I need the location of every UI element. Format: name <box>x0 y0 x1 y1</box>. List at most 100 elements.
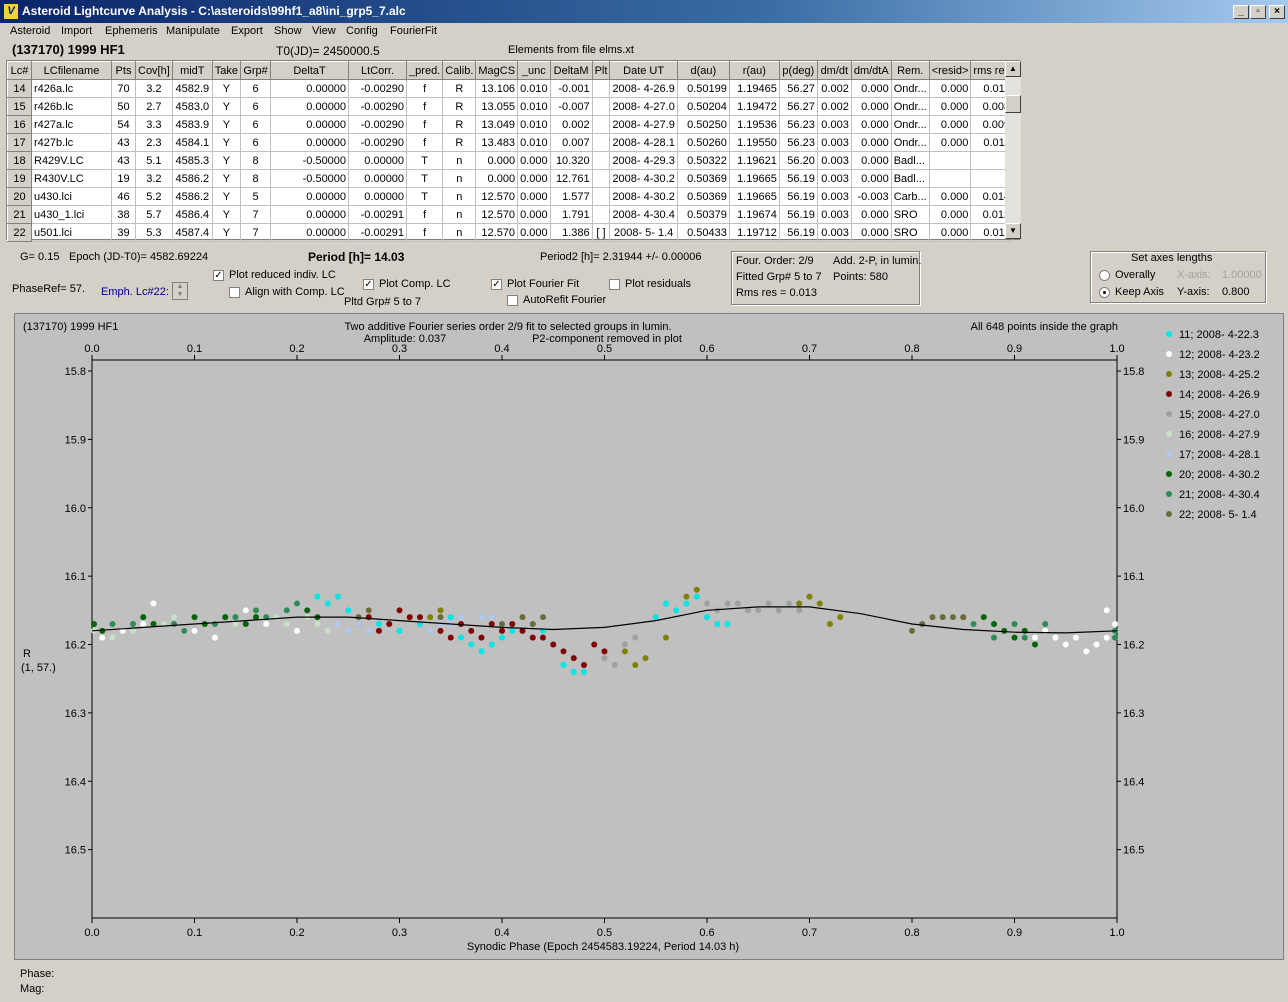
table-cell[interactable]: 5.3 <box>135 223 173 242</box>
table-cell[interactable]: 0.010 <box>517 133 551 152</box>
table-cell[interactable]: 0.002 <box>816 79 852 98</box>
table-cell[interactable]: 4583.9 <box>171 115 213 134</box>
table-cell[interactable]: 0.50322 <box>676 151 730 170</box>
table-cell[interactable]: f <box>406 79 444 98</box>
table-cell[interactable]: 1.19665 <box>728 169 780 188</box>
row-header[interactable]: 20 <box>7 187 32 206</box>
y-axis-input[interactable]: 0.800 <box>1222 286 1250 298</box>
table-cell[interactable]: n <box>442 151 477 170</box>
table-cell[interactable]: 0.000 <box>517 223 551 242</box>
lightcurve-chart-svg[interactable]: (137170) 1999 HF1 Two additive Fourier s… <box>15 314 1283 959</box>
table-cell[interactable]: 2008- 4-27.0 <box>609 97 678 116</box>
table-cell[interactable]: 0.000 <box>850 115 892 134</box>
column-header[interactable]: DeltaT <box>270 61 350 80</box>
table-cell[interactable]: 0.000 <box>850 97 892 116</box>
table-cell[interactable]: 13.049 <box>475 115 519 134</box>
table-cell[interactable]: 2.7 <box>135 97 173 116</box>
table-cell[interactable]: 2008- 4-28.1 <box>609 133 678 152</box>
table-cell[interactable]: 0.50260 <box>676 133 730 152</box>
table-row[interactable]: 16 r427a.lc 54 3.3 4583.9 Y 6 0.00000 -0.00290 f R… <box>7 115 1014 134</box>
table-cell[interactable]: 4583.0 <box>171 97 213 116</box>
legend-item[interactable]: 15; 2008- 4-27.0 <box>1179 409 1260 421</box>
table-cell[interactable]: R429V.LC <box>31 151 112 170</box>
table-cell[interactable]: 6 <box>240 79 272 98</box>
table-cell[interactable]: 0.000 <box>850 133 892 152</box>
legend-item[interactable]: 14; 2008- 4-26.9 <box>1179 389 1260 401</box>
table-cell[interactable]: 0.000 <box>928 133 972 152</box>
table-cell[interactable]: 4584.1 <box>171 133 213 152</box>
menu-fourierfit[interactable]: FourierFit <box>390 25 437 37</box>
column-header[interactable]: _pred. <box>406 61 444 80</box>
scroll-up-button[interactable]: ▲ <box>1005 61 1021 77</box>
table-cell[interactable]: 0.50369 <box>676 187 730 206</box>
table-cell[interactable]: 2008- 4-29.3 <box>609 151 678 170</box>
table-cell[interactable]: 46 <box>111 187 136 206</box>
table-cell[interactable]: 1.19621 <box>728 151 780 170</box>
scroll-thumb[interactable] <box>1005 95 1021 113</box>
table-cell[interactable]: 43 <box>111 151 136 170</box>
close-button[interactable]: × <box>1269 5 1285 19</box>
table-cell[interactable]: Y <box>211 223 242 242</box>
table-cell[interactable]: -0.50000 <box>270 151 350 170</box>
plot-area[interactable] <box>91 359 1118 919</box>
legend-item[interactable]: 13; 2008- 4-25.2 <box>1179 369 1260 381</box>
table-cell[interactable]: -0.00291 <box>348 223 408 242</box>
table-cell[interactable]: 38 <box>111 205 136 224</box>
table-cell[interactable]: T <box>406 187 444 206</box>
lightcurve-table[interactable]: Lc# LCfilename Pts Cov[h] midT Take Grp# DeltaT… <box>6 60 1021 242</box>
legend-item[interactable]: 17; 2008- 4-28.1 <box>1179 449 1260 461</box>
table-cell[interactable]: 1.386 <box>549 223 593 242</box>
legend-item[interactable]: 21; 2008- 4-30.4 <box>1179 489 1260 501</box>
legend-item[interactable]: 11; 2008- 4-22.3 <box>1179 329 1259 341</box>
table-cell[interactable]: 0.50433 <box>676 223 730 242</box>
table-cell[interactable]: 0.000 <box>928 223 972 242</box>
table-cell[interactable]: 1.19712 <box>728 223 780 242</box>
maximize-button[interactable]: ▫ <box>1250 5 1266 19</box>
table-cell[interactable]: 39 <box>111 223 136 242</box>
table-row[interactable]: 19 R430V.LC 19 3.2 4586.2 Y 8 -0.50000 0.00000 Tn… <box>7 169 1014 188</box>
table-cell[interactable]: 1.19674 <box>728 205 780 224</box>
table-cell[interactable]: 0.003 <box>816 151 852 170</box>
table-cell[interactable]: Y <box>211 115 242 134</box>
table-cell[interactable]: 8 <box>240 169 272 188</box>
table-cell[interactable]: 0.50250 <box>676 115 730 134</box>
emph-lc-spinner[interactable]: ▲ ▼ <box>172 282 188 300</box>
column-header[interactable]: Pts <box>111 61 136 80</box>
table-cell[interactable]: 0.010 <box>517 97 551 116</box>
table-cell[interactable]: 0.50369 <box>676 169 730 188</box>
table-cell[interactable]: R <box>442 115 477 134</box>
table-cell[interactable]: 4586.4 <box>171 205 213 224</box>
table-cell[interactable]: Y <box>211 97 242 116</box>
table-cell[interactable]: 0.00000 <box>348 187 408 206</box>
table-cell[interactable]: 4582.9 <box>171 79 213 98</box>
table-cell[interactable]: n <box>442 205 477 224</box>
table-cell[interactable]: 0.000 <box>850 169 892 188</box>
table-cell[interactable]: 7 <box>240 223 272 242</box>
table-cell[interactable]: 0.003 <box>816 115 852 134</box>
table-cell[interactable]: 5 <box>240 187 272 206</box>
table-cell[interactable]: 0.007 <box>549 133 593 152</box>
table-cell[interactable]: 0.003 <box>816 187 852 206</box>
table-cell[interactable]: 8 <box>240 151 272 170</box>
table-cell[interactable] <box>591 79 611 98</box>
align-comp-checkbox[interactable]: Align with Comp. LC <box>229 286 345 298</box>
column-header[interactable]: <resid> <box>928 61 972 80</box>
table-cell[interactable] <box>591 97 611 116</box>
minimize-button[interactable]: _ <box>1233 5 1249 19</box>
table-row[interactable]: 22 u501.lci 39 5.3 4587.4 Y 7 0.00000 -0.00291 f n… <box>7 223 1014 242</box>
table-row[interactable]: 21 u430_1.lci 38 5.7 4586.4 Y 7 0.00000 -0.00291… <box>7 205 1014 224</box>
keep-axis-radio[interactable]: Keep Axis <box>1099 286 1164 298</box>
table-cell[interactable]: u430.lci <box>31 187 112 206</box>
table-cell[interactable]: 0.00000 <box>270 115 350 134</box>
table-cell[interactable]: 0.000 <box>850 205 892 224</box>
table-cell[interactable]: 13.483 <box>475 133 519 152</box>
legend-item[interactable]: 12; 2008- 4-23.2 <box>1179 349 1260 361</box>
menu-export[interactable]: Export <box>231 25 263 37</box>
table-cell[interactable]: 10.320 <box>549 151 593 170</box>
column-header[interactable]: Calib. <box>442 61 477 80</box>
column-header[interactable]: d(au) <box>676 61 730 80</box>
overally-radio[interactable]: Overally <box>1099 269 1155 281</box>
table-cell[interactable]: 0.00000 <box>270 97 350 116</box>
table-cell[interactable]: 0.003 <box>816 223 852 242</box>
row-header[interactable]: 14 <box>7 79 32 98</box>
